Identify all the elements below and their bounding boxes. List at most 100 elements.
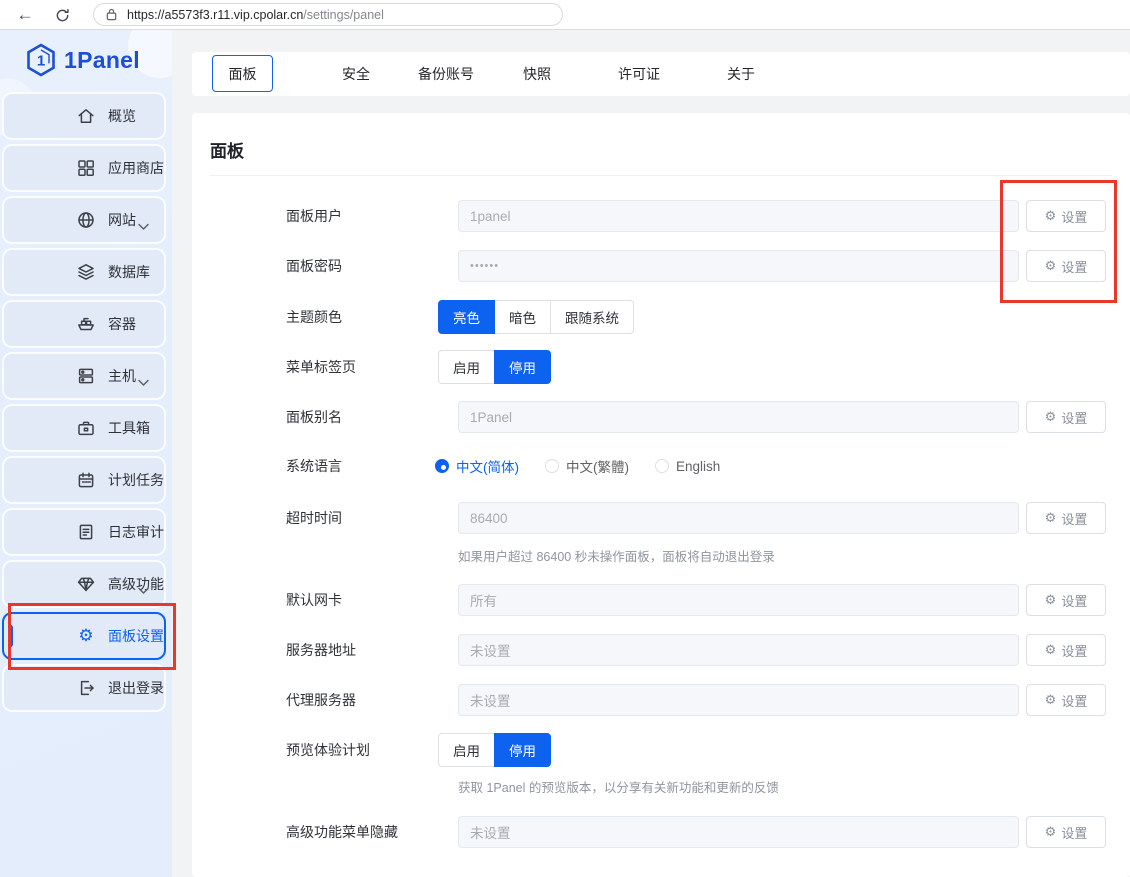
address-bar[interactable]: https://a5573f3.r11.vip.cpolar.cn/settin… [93,3,563,26]
default-network-set-button[interactable]: ⚙设置 [1026,584,1106,616]
panel-alias-set-button[interactable]: ⚙设置 [1026,401,1106,433]
server-icon [76,366,96,386]
radio-icon [655,459,669,473]
radio-label: 中文(繁體) [566,456,629,476]
proxy-server-input[interactable] [458,684,1019,716]
refresh-button[interactable] [47,0,77,30]
set-button-label: 设置 [1061,823,1087,842]
sidebar-item-overview[interactable]: 概览 [2,92,166,140]
set-button-label: 设置 [1061,257,1087,276]
toggle-label: 停用 [509,357,536,377]
timeout-input[interactable] [458,502,1019,534]
settings-tab-bar: 面板 安全 备份账号 快照 许可证 关于 [192,52,1130,96]
panel-alias-input[interactable] [458,401,1019,433]
theme-dark-button[interactable]: 暗色 [494,300,551,334]
theme-light-button[interactable]: 亮色 [438,300,495,334]
advanced-menu-hidden-set-button[interactable]: ⚙ 设置 [1026,816,1106,848]
tab-label: 面板 [229,64,257,84]
chevron-down-icon [138,582,149,600]
toggle-label: 启用 [453,740,480,760]
toggle-label: 亮色 [453,307,480,327]
language-zh-tw-radio[interactable]: 中文(繁體) [545,456,629,476]
field-label-panel-user: 面板用户 [286,200,342,232]
tab-snapshot[interactable]: 快照 [523,52,551,96]
sidebar-item-toolbox[interactable]: 工具箱 [2,404,166,452]
tab-label: 备份账号 [418,66,474,82]
app-logo[interactable]: 1 1Panel [26,43,140,77]
sidebar-item-logout[interactable]: 退出登录 [2,664,166,712]
refresh-icon [55,8,70,23]
sidebar-item-label: 工具箱 [108,418,150,438]
field-label-default-network: 默认网卡 [286,584,342,616]
radio-label: 中文(简体) [456,456,519,476]
tab-panel[interactable]: 面板 [212,55,273,92]
language-zh-cn-radio[interactable]: 中文(简体) [435,456,519,476]
radio-icon [545,459,559,473]
tab-security[interactable]: 安全 [342,52,370,96]
preview-enable-button[interactable]: 启用 [438,733,495,767]
layers-icon [76,262,96,282]
back-button[interactable]: ← [10,0,40,30]
chevron-down-icon [138,374,149,392]
panel-password-set-button[interactable]: ⚙设置 [1026,250,1106,282]
url-path: /settings/panel [303,8,384,22]
tab-label: 快照 [523,66,551,82]
panel-password-input[interactable] [458,250,1019,282]
sidebar-item-label: 面板设置 [108,626,164,646]
menu-tabs-toggle-group: 启用 停用 [438,350,551,384]
proxy-server-set-button[interactable]: ⚙设置 [1026,684,1106,716]
set-button-label: 设置 [1061,207,1087,226]
svg-text:1: 1 [37,53,45,70]
tab-backup-account[interactable]: 备份账号 [418,52,474,96]
radio-label: English [676,459,720,474]
sidebar-item-label: 高级功能 [108,574,164,594]
sidebar-item-label: 数据库 [108,262,150,282]
gear-icon: ⚙ [1045,644,1057,657]
sidebar-item-container[interactable]: 容器 [2,300,166,348]
theme-follow-system-button[interactable]: 跟随系统 [550,300,634,334]
sidebar: 1 1Panel 概览 应用商店 网站 [0,30,172,877]
theme-toggle-group: 亮色 暗色 跟随系统 [438,300,634,334]
server-address-set-button[interactable]: ⚙设置 [1026,634,1106,666]
tab-about[interactable]: 关于 [727,52,755,96]
menu-tabs-enable-button[interactable]: 启用 [438,350,495,384]
panel-user-set-button[interactable]: ⚙设置 [1026,200,1106,232]
sidebar-item-website[interactable]: 网站 [2,196,166,244]
sidebar-item-logs[interactable]: 日志审计 [2,508,166,556]
field-label-proxy-server: 代理服务器 [286,684,356,716]
timeout-set-button[interactable]: ⚙设置 [1026,502,1106,534]
panel-user-input[interactable] [458,200,1019,232]
gear-icon: ⚙ [76,626,96,646]
sidebar-item-panel-settings[interactable]: ⚙ 面板设置 [2,612,166,660]
tab-label: 许可证 [618,66,660,82]
sidebar-item-label: 应用商店 [108,158,164,178]
sidebar-menu: 概览 应用商店 网站 数据库 [0,92,172,716]
sidebar-item-app-store[interactable]: 应用商店 [2,144,166,192]
lock-icon [105,7,118,22]
gem-icon [76,574,96,594]
default-network-input[interactable] [458,584,1019,616]
toggle-label: 暗色 [509,307,536,327]
home-icon [76,106,96,126]
server-address-input[interactable] [458,634,1019,666]
preview-program-help-text: 获取 1Panel 的预览版本，以分享有关新功能和更新的反馈 [458,777,779,796]
gear-icon: ⚙ [1045,826,1057,839]
screen: ← https://a5573f3.r11.vip.cpolar.cn/sett… [0,0,1130,877]
sidebar-item-cron[interactable]: 计划任务 [2,456,166,504]
preview-disable-button[interactable]: 停用 [494,733,551,767]
url-text: https://a5573f3.r11.vip.cpolar.cn/settin… [127,8,384,22]
tab-license[interactable]: 许可证 [618,52,660,96]
active-item-indicator [8,625,13,647]
field-label-language: 系统语言 [286,456,342,476]
sidebar-item-label: 计划任务 [108,470,164,490]
sidebar-item-host[interactable]: 主机 [2,352,166,400]
field-label-advanced-menu-hidden: 高级功能菜单隐藏 [286,816,398,848]
toggle-label: 跟随系统 [565,307,619,327]
advanced-menu-hidden-input[interactable] [458,816,1019,848]
sidebar-item-advanced[interactable]: 高级功能 [2,560,166,608]
sidebar-item-database[interactable]: 数据库 [2,248,166,296]
language-english-radio[interactable]: English [655,459,720,474]
timeout-help-text: 如果用户超过 86400 秒未操作面板，面板将自动退出登录 [458,546,775,565]
url-host: https://a5573f3.r11.vip.cpolar.cn [127,8,303,22]
menu-tabs-disable-button[interactable]: 停用 [494,350,551,384]
